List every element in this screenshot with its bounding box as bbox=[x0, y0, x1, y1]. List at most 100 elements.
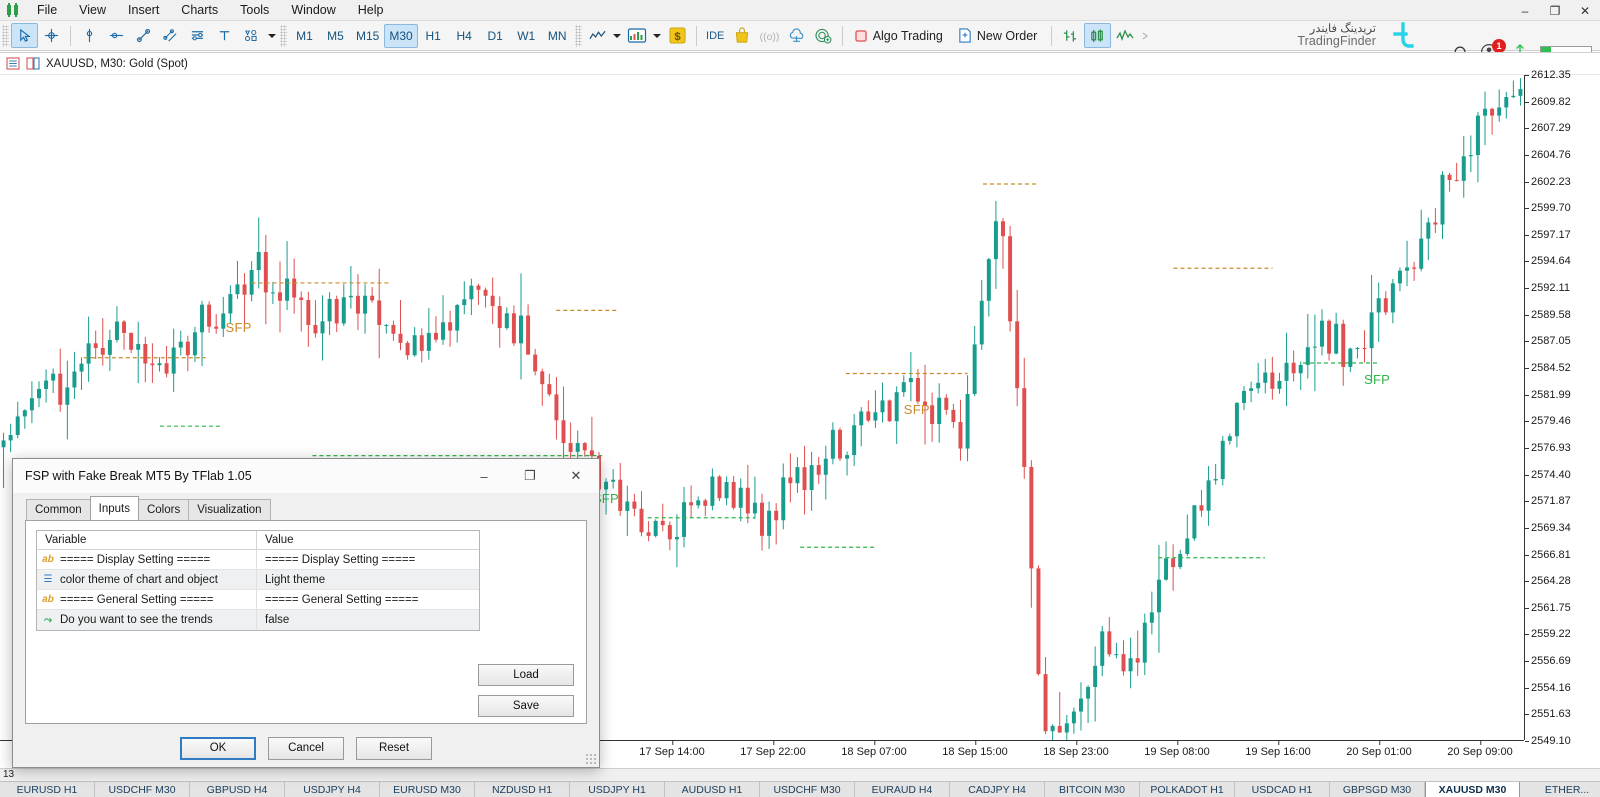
indicators-line-icon[interactable] bbox=[584, 23, 611, 48]
vertical-line-tool-button[interactable] bbox=[76, 23, 103, 48]
toolbar-separator-2 bbox=[696, 26, 697, 46]
symbol-tab[interactable]: NZDUSD H1 bbox=[475, 782, 570, 797]
symbol-tab[interactable]: EURUSD M30 bbox=[380, 782, 475, 797]
tab-colors[interactable]: Colors bbox=[138, 499, 189, 520]
templates-icon[interactable] bbox=[624, 23, 651, 48]
signals-icon[interactable]: ((o)) bbox=[756, 23, 783, 48]
symbol-tab-bar[interactable]: EURUSD H1USDCHF M30GBPUSD H4USDJPY H4EUR… bbox=[0, 781, 1600, 797]
menu-insert[interactable]: Insert bbox=[117, 0, 170, 21]
window-close-button[interactable]: ✕ bbox=[1570, 0, 1600, 21]
text-tool-button[interactable] bbox=[211, 23, 238, 48]
window-maximize-button[interactable]: ❐ bbox=[1540, 0, 1570, 21]
symbol-tab[interactable]: USDCAD H1 bbox=[1235, 782, 1330, 797]
dialog-resize-handle[interactable] bbox=[585, 753, 597, 765]
dialog-close-button[interactable]: ✕ bbox=[553, 459, 599, 493]
table-row[interactable]: ab ===== General Setting ===== ===== Gen… bbox=[37, 590, 479, 610]
chart-type-more-icon[interactable] bbox=[1138, 24, 1151, 48]
symbol-tab[interactable]: USDJPY H4 bbox=[285, 782, 380, 797]
menu-tools[interactable]: Tools bbox=[229, 0, 280, 21]
candlestick-chart-icon[interactable] bbox=[1084, 23, 1111, 48]
templates-dropdown-caret-icon[interactable] bbox=[651, 24, 664, 48]
symbol-tab[interactable]: USDCHF M30 bbox=[760, 782, 855, 797]
symbol-tab[interactable]: CADJPY H4 bbox=[950, 782, 1045, 797]
menu-help[interactable]: Help bbox=[347, 0, 395, 21]
ok-button[interactable]: OK bbox=[180, 737, 256, 760]
input-value-cell[interactable]: ===== Display Setting ===== bbox=[257, 554, 479, 566]
data-window-icon[interactable] bbox=[6, 57, 20, 70]
dialog-minimize-button[interactable]: – bbox=[461, 459, 507, 493]
sfp-label: SFP bbox=[904, 402, 930, 417]
copy-trading-icon[interactable] bbox=[810, 23, 837, 48]
symbol-tab[interactable]: XAUUSD M30 bbox=[1425, 782, 1520, 797]
timeframe-m15[interactable]: M15 bbox=[351, 24, 384, 48]
timeframe-w1[interactable]: W1 bbox=[511, 24, 542, 48]
menu-file[interactable]: File bbox=[26, 0, 68, 21]
window-minimize-button[interactable]: – bbox=[1510, 0, 1540, 21]
tab-visualization[interactable]: Visualization bbox=[188, 499, 270, 520]
timeframe-d1[interactable]: D1 bbox=[480, 24, 511, 48]
indicator-properties-dialog[interactable]: FSP with Fake Break MT5 By TFlab 1.05 – … bbox=[12, 458, 600, 768]
line-chart-icon[interactable] bbox=[1111, 23, 1138, 48]
symbol-tab[interactable]: GBPSGD M30 bbox=[1330, 782, 1425, 797]
input-value-cell[interactable]: ===== General Setting ===== bbox=[257, 594, 479, 606]
dialog-title-bar[interactable]: FSP with Fake Break MT5 By TFlab 1.05 – … bbox=[13, 459, 599, 493]
input-value-cell[interactable]: Light theme bbox=[257, 574, 479, 586]
menu-window[interactable]: Window bbox=[280, 0, 346, 21]
symbol-tab[interactable]: AUDUSD H1 bbox=[665, 782, 760, 797]
input-value-cell[interactable]: false bbox=[257, 614, 479, 626]
symbol-tab[interactable]: EURUSD H1 bbox=[0, 782, 95, 797]
algo-trading-button[interactable]: Algo Trading bbox=[848, 24, 952, 48]
indicator-list-icon[interactable] bbox=[26, 57, 40, 70]
timeframe-h4[interactable]: H4 bbox=[449, 24, 480, 48]
symbol-tab[interactable]: ETHER... bbox=[1520, 782, 1600, 797]
timeframe-h1[interactable]: H1 bbox=[418, 24, 449, 48]
vps-cloud-icon[interactable] bbox=[783, 23, 810, 48]
toolbar-grip[interactable] bbox=[2, 25, 9, 47]
dialog-maximize-button[interactable]: ❐ bbox=[507, 459, 553, 493]
symbol-tab[interactable]: GBPUSD H4 bbox=[190, 782, 285, 797]
symbol-tab[interactable]: USDJPY H1 bbox=[570, 782, 665, 797]
tab-inputs[interactable]: Inputs bbox=[90, 496, 139, 520]
shapes-tool-button[interactable] bbox=[238, 23, 265, 48]
timeframe-m30[interactable]: M30 bbox=[384, 24, 417, 48]
bar-chart-icon[interactable] bbox=[1057, 23, 1084, 48]
timeframe-m5[interactable]: M5 bbox=[320, 24, 351, 48]
menu-view[interactable]: View bbox=[68, 0, 117, 21]
toolbar-grip-2[interactable] bbox=[280, 25, 287, 47]
shapes-dropdown-caret-icon[interactable] bbox=[265, 24, 278, 48]
algo-trading-icon bbox=[854, 29, 868, 43]
new-order-button[interactable]: New Order bbox=[952, 24, 1046, 48]
cursor-tool-button[interactable] bbox=[11, 23, 38, 48]
time-axis-tick: 20 Sep 01:00 bbox=[1346, 746, 1411, 758]
time-axis-tick: 18 Sep 07:00 bbox=[841, 746, 906, 758]
toolbar-grip-3[interactable] bbox=[575, 25, 582, 47]
inputs-table[interactable]: Variable Value ab ===== Display Setting … bbox=[36, 530, 480, 631]
trendline-tool-button[interactable] bbox=[130, 23, 157, 48]
currency-icon[interactable]: $ bbox=[664, 23, 691, 48]
fibonacci-tool-button[interactable] bbox=[184, 23, 211, 48]
table-row[interactable]: ☰ color theme of chart and object Light … bbox=[37, 570, 479, 590]
symbol-tab[interactable]: EURAUD H4 bbox=[855, 782, 950, 797]
timeframe-mn[interactable]: MN bbox=[542, 24, 573, 48]
price-axis[interactable]: 2612.352609.822607.292604.762602.232599.… bbox=[1524, 75, 1600, 740]
channel-tool-button[interactable] bbox=[157, 23, 184, 48]
symbol-tab[interactable]: USDCHF M30 bbox=[95, 782, 190, 797]
symbol-tab[interactable]: POLKADOT H1 bbox=[1140, 782, 1235, 797]
market-bag-icon[interactable] bbox=[729, 23, 756, 48]
crosshair-tool-button[interactable] bbox=[38, 23, 65, 48]
indicators-dropdown-caret-icon[interactable] bbox=[611, 24, 624, 48]
table-row[interactable]: ab ===== Display Setting ===== ===== Dis… bbox=[37, 550, 479, 570]
reset-button[interactable]: Reset bbox=[356, 737, 432, 760]
tab-common[interactable]: Common bbox=[26, 499, 91, 520]
menu-charts[interactable]: Charts bbox=[170, 0, 229, 21]
timeframe-m1[interactable]: M1 bbox=[289, 24, 320, 48]
input-variable-label: color theme of chart and object bbox=[60, 574, 218, 586]
price-axis-tick: 2569.34 bbox=[1525, 522, 1571, 534]
load-button[interactable]: Load bbox=[478, 664, 574, 686]
cancel-button[interactable]: Cancel bbox=[268, 737, 344, 760]
symbol-tab[interactable]: BITCOIN M30 bbox=[1045, 782, 1140, 797]
horizontal-line-tool-button[interactable] bbox=[103, 23, 130, 48]
save-button[interactable]: Save bbox=[478, 695, 574, 717]
ide-button[interactable]: IDE bbox=[702, 23, 729, 48]
table-row[interactable]: ⤳ Do you want to see the trends false bbox=[37, 610, 479, 630]
